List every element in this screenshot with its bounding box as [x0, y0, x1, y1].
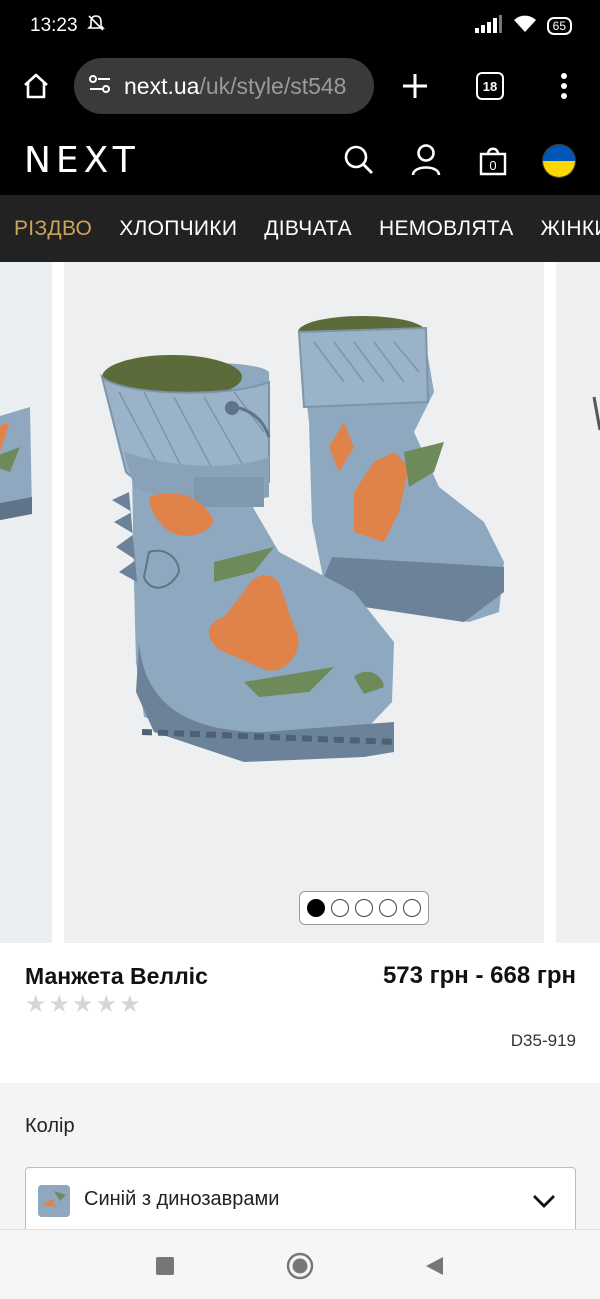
gallery-dot-3[interactable] — [355, 899, 373, 917]
category-baby[interactable]: НЕМОВЛЯТА — [379, 217, 514, 241]
system-nav-bar — [0, 1229, 600, 1299]
colour-label: Колір — [25, 1115, 75, 1137]
product-sku: D35-919 — [510, 1031, 576, 1050]
product-title: Манжета Велліс — [25, 963, 208, 989]
category-women[interactable]: ЖІНКИ — [541, 217, 600, 241]
plus-icon[interactable] — [395, 66, 435, 106]
status-bar: 13:23 65 — [0, 0, 600, 52]
category-girls[interactable]: ДІВЧАТА — [264, 217, 352, 241]
star-icon: ★ — [95, 991, 118, 1018]
search-icon[interactable] — [341, 142, 377, 178]
status-time: 13:23 — [30, 15, 78, 36]
back-triangle-icon[interactable] — [420, 1252, 448, 1280]
product-gallery[interactable] — [0, 262, 600, 943]
recents-square-icon[interactable] — [151, 1252, 179, 1280]
tabs-icon[interactable]: 18 — [476, 72, 504, 100]
account-icon[interactable] — [408, 142, 444, 178]
colour-value: Синій з динозаврами — [84, 1188, 280, 1210]
do-not-disturb-off-icon — [86, 13, 106, 39]
url-domain: next.ua — [124, 72, 200, 99]
product-info: Манжета Велліс ★ ★ ★ ★ ★ 573 грн - 668 г… — [0, 943, 600, 1083]
wifi-icon — [513, 15, 537, 38]
star-icon: ★ — [48, 991, 71, 1018]
home-icon[interactable] — [18, 68, 54, 104]
site-settings-icon[interactable] — [88, 73, 112, 100]
bag-icon[interactable]: 0 — [475, 142, 511, 178]
colour-select[interactable]: Синій з динозаврами — [25, 1167, 576, 1233]
status-left: 13:23 — [30, 13, 106, 39]
rating-stars[interactable]: ★ ★ ★ ★ ★ — [25, 993, 141, 1017]
product-price: 573 грн - 668 грн — [382, 962, 576, 989]
bag-count: 0 — [489, 158, 496, 173]
next-logo[interactable]: NEXT — [24, 140, 140, 181]
product-options: Колір Синій з динозаврами — [0, 1083, 600, 1233]
gallery-dot-5[interactable] — [403, 899, 421, 917]
star-icon: ★ — [119, 991, 141, 1018]
address-bar[interactable]: next.ua/uk/style/st548 — [74, 58, 374, 114]
gallery-dot-1[interactable] — [307, 899, 325, 917]
category-boys[interactable]: ХЛОПЧИКИ — [119, 217, 237, 241]
url-path: /uk/style/st548 — [199, 72, 347, 99]
star-icon: ★ — [72, 991, 94, 1018]
gallery-dot-4[interactable] — [379, 899, 397, 917]
ukraine-flag-icon[interactable] — [542, 144, 576, 178]
category-nav: РІЗДВО ХЛОПЧИКИ ДІВЧАТА НЕМОВЛЯТА ЖІНКИ — [0, 195, 600, 262]
battery-icon: 65 — [546, 17, 572, 35]
category-christmas[interactable]: РІЗДВО — [14, 217, 92, 241]
browser-toolbar: next.ua/uk/style/st548 18 — [0, 52, 600, 120]
colour-swatch — [38, 1185, 70, 1217]
star-icon: ★ — [25, 991, 47, 1018]
chevron-down-icon[interactable] — [531, 1188, 557, 1214]
product-main-image[interactable] — [64, 262, 544, 943]
status-right: 65 — [474, 14, 572, 38]
gallery-dot-2[interactable] — [331, 899, 349, 917]
url-text: next.ua/uk/style/st548 — [124, 73, 346, 100]
site-header: NEXT 0 — [0, 120, 600, 195]
gallery-pagination — [299, 891, 429, 925]
next-slide-image[interactable] — [556, 262, 600, 943]
previous-slide-image[interactable] — [0, 262, 52, 943]
rain-boots-illustration — [100, 316, 504, 762]
more-vert-icon[interactable] — [552, 68, 576, 104]
signal-icon — [474, 14, 503, 38]
home-circle-icon[interactable] — [286, 1252, 314, 1280]
